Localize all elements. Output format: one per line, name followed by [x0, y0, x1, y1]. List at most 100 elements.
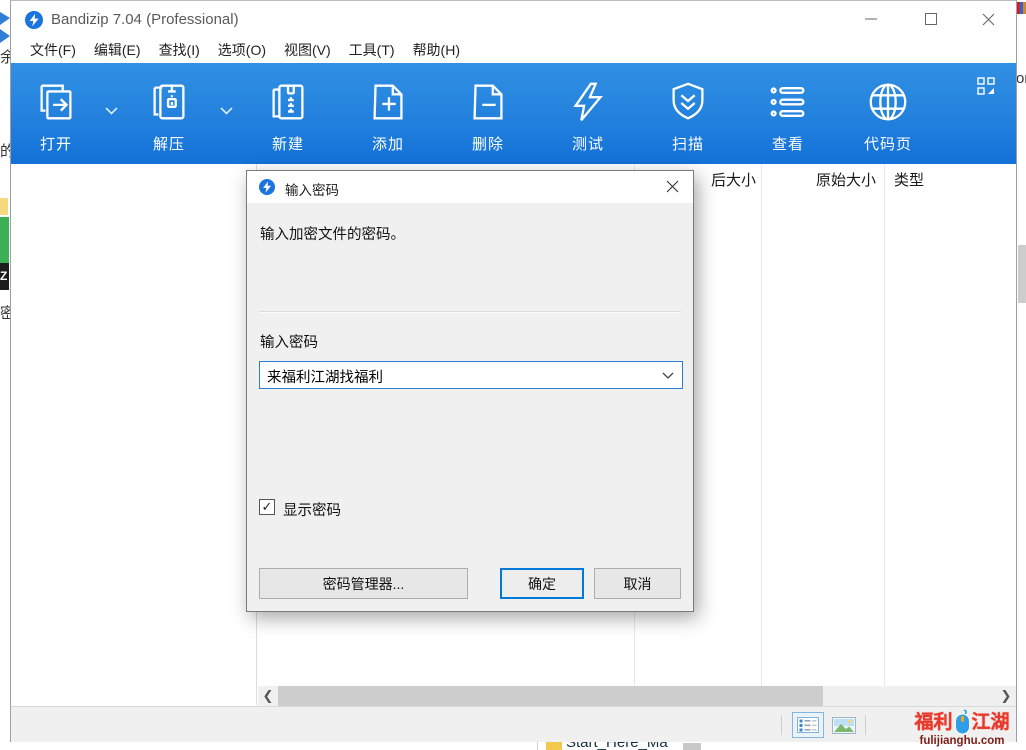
minimize-icon	[865, 13, 877, 25]
details-view-toggle[interactable]	[792, 712, 824, 738]
toolbar-add-button[interactable]: 添加	[349, 75, 427, 154]
show-password-label: 显示密码	[283, 499, 341, 520]
toolbar-delete-button[interactable]: 删除	[449, 75, 527, 154]
toolbar-codepage-label: 代码页	[849, 133, 927, 154]
menu-view[interactable]: 视图(V)	[275, 37, 340, 63]
toolbar: 打开 解压	[11, 63, 1016, 164]
menu-options[interactable]: 选项(O)	[209, 37, 275, 63]
column-divider[interactable]	[884, 164, 885, 686]
toolbar-scan-button[interactable]: 扫描	[649, 75, 727, 154]
statusbar-divider	[781, 715, 782, 735]
combobox-dropdown-chevron-icon[interactable]	[662, 372, 674, 379]
preview-toggle[interactable]	[829, 712, 859, 738]
bandizip-logo-icon	[259, 179, 275, 195]
close-button[interactable]	[971, 5, 1005, 33]
codepage-icon	[865, 79, 911, 125]
toolbar-test-label: 测试	[549, 133, 627, 154]
scan-icon	[665, 79, 711, 125]
details-view-icon	[797, 717, 819, 733]
menu-bar: 文件(F) 编辑(E) 查找(I) 选项(O) 视图(V) 工具(T) 帮助(H…	[11, 37, 1016, 63]
dialog-title-bar: 输入密码	[247, 171, 693, 203]
password-manager-button[interactable]: 密码管理器...	[259, 568, 468, 599]
desktop: 余 的 Z 密 or Start_Here_Ma Bandizip 7.04 (…	[0, 0, 1026, 750]
menu-edit[interactable]: 编辑(E)	[85, 37, 150, 63]
dialog-separator	[259, 311, 681, 313]
toolbar-test-button[interactable]: 测试	[549, 75, 627, 154]
menu-tools[interactable]: 工具(T)	[340, 37, 404, 63]
toolbar-delete-label: 删除	[449, 133, 527, 154]
background-scrollbar-fragment	[1018, 245, 1026, 303]
dialog-body: 输入加密文件的密码。 输入密码 来福利江湖找福利 ✓ 显示密码 密码管理器...…	[247, 203, 693, 613]
new-archive-icon	[265, 79, 311, 125]
maximize-icon	[925, 13, 937, 25]
window-title: Bandizip 7.04 (Professional)	[51, 11, 239, 28]
ok-button[interactable]: 确定	[500, 568, 584, 599]
scroll-left-arrow-icon[interactable]: ❮	[258, 686, 278, 706]
background-folder-sliver	[0, 198, 8, 215]
toolbar-layout-toggle-icon[interactable]	[977, 77, 995, 95]
open-dropdown-chevron-icon[interactable]	[105, 107, 118, 115]
background-color-bits	[1017, 2, 1026, 14]
menu-help[interactable]: 帮助(H)	[404, 37, 469, 63]
toolbar-view-label: 查看	[749, 133, 827, 154]
background-green-icon	[0, 217, 9, 263]
toolbar-open-button[interactable]: 打开	[17, 75, 95, 154]
toolbar-scan-label: 扫描	[649, 133, 727, 154]
title-bar: Bandizip 7.04 (Professional)	[11, 1, 1016, 39]
watermark-text-left: 福利	[914, 713, 952, 732]
background-box-fragment	[683, 743, 701, 750]
dialog-close-button[interactable]	[655, 173, 689, 199]
toolbar-add-label: 添加	[349, 133, 427, 154]
cancel-button[interactable]: 取消	[594, 568, 681, 599]
menu-find[interactable]: 查找(I)	[150, 37, 209, 63]
column-header-type[interactable]: 类型	[894, 169, 924, 190]
watermark: 福利 江湖 fulijianghu.com	[906, 709, 1018, 748]
toolbar-open-label: 打开	[17, 133, 95, 154]
background-app-icon	[0, 12, 10, 46]
toolbar-view-button[interactable]: 查看	[749, 75, 827, 154]
background-clipped-text: 余	[0, 46, 10, 67]
background-clipped-text: 密	[0, 302, 10, 323]
scroll-right-arrow-icon[interactable]: ❯	[996, 686, 1016, 706]
background-divider	[537, 742, 538, 750]
add-file-icon	[365, 79, 411, 125]
test-icon	[565, 79, 611, 125]
minimize-button[interactable]	[854, 5, 888, 33]
image-preview-icon	[832, 717, 856, 734]
background-clipped-text: 的	[0, 140, 10, 161]
background-window-strip	[1017, 0, 1026, 750]
menu-file[interactable]: 文件(F)	[21, 37, 85, 63]
horizontal-scrollbar[interactable]: ❮ ❯	[258, 686, 1016, 706]
open-archive-icon	[33, 79, 79, 125]
maximize-button[interactable]	[914, 5, 948, 33]
password-value: 来福利江湖找福利	[267, 366, 383, 387]
delete-file-icon	[465, 79, 511, 125]
dialog-title: 输入密码	[285, 179, 339, 199]
show-password-checkbox[interactable]: ✓	[259, 499, 275, 515]
password-combobox[interactable]: 来福利江湖找福利	[259, 361, 683, 389]
toolbar-codepage-button[interactable]: 代码页	[849, 75, 927, 154]
close-icon	[982, 13, 995, 26]
column-header-original-size[interactable]: 原始大小	[776, 169, 876, 190]
password-dialog: 输入密码 输入加密文件的密码。 输入密码 来福利江湖找福利 ✓ 显示密码 密码管…	[246, 170, 694, 612]
extract-icon	[146, 79, 192, 125]
scrollbar-thumb[interactable]	[278, 686, 823, 706]
toolbar-extract-button[interactable]: 解压	[130, 75, 208, 154]
mouse-icon	[954, 709, 971, 735]
background-clipped-text-right: or	[1016, 70, 1026, 87]
watermark-url: fulijianghu.com	[906, 736, 1018, 748]
toolbar-extract-label: 解压	[130, 133, 208, 154]
status-bar: 福利 江湖 fulijianghu.com	[11, 706, 1016, 742]
password-label: 输入密码	[260, 331, 318, 352]
toolbar-new-label: 新建	[249, 133, 327, 154]
background-z-label: Z	[0, 263, 9, 290]
toolbar-new-button[interactable]: 新建	[249, 75, 327, 154]
dialog-description: 输入加密文件的密码。	[260, 223, 405, 244]
statusbar-divider	[865, 715, 866, 735]
view-icon	[765, 79, 811, 125]
close-icon	[666, 180, 679, 193]
checkmark-icon: ✓	[262, 499, 273, 515]
bandizip-logo-icon	[25, 11, 43, 29]
extract-dropdown-chevron-icon[interactable]	[220, 107, 233, 115]
column-divider[interactable]	[761, 164, 762, 686]
